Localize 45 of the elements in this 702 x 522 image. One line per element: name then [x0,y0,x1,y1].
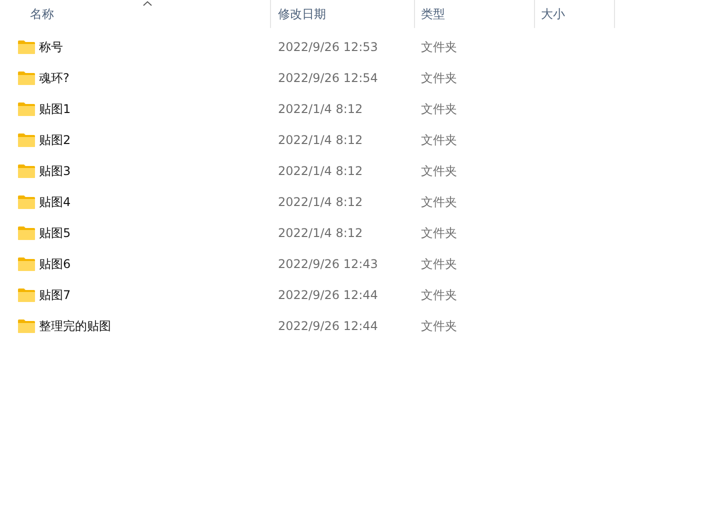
file-type: 文件夹 [420,162,457,180]
file-type: 文件夹 [420,256,457,272]
sort-caret-icon [143,1,152,6]
modified-date: 2022/1/4 8:12 [277,194,364,210]
modified-date: 2022/1/4 8:12 [277,132,364,148]
column-header[interactable]: 名称 [0,0,271,28]
modified-date: 2022/9/26 12:43 [277,256,379,272]
modified-date: 2022/9/26 12:53 [277,38,379,56]
file-name[interactable]: 贴图3 [39,162,71,180]
file-name[interactable]: 贴图7 [39,286,71,304]
file-name[interactable]: 贴图1 [39,100,71,118]
column-header[interactable]: 类型 [415,0,535,28]
file-type: 文件夹 [420,318,457,334]
file-type: 文件夹 [420,38,457,56]
modified-date: 2022/9/26 12:54 [277,70,379,86]
file-type: 文件夹 [420,70,457,86]
file-name[interactable]: 贴图2 [39,130,71,148]
folder-icon [18,164,35,178]
modified-date: 2022/1/4 8:12 [277,224,364,242]
modified-date: 2022/9/26 12:44 [277,318,379,334]
file-name[interactable]: 贴图5 [39,224,71,242]
folder-icon [18,288,35,302]
column-header[interactable]: 大小 [535,0,615,28]
folder-icon [18,256,35,270]
folder-icon [18,226,35,240]
file-type: 文件夹 [420,194,457,210]
folder-icon [18,132,35,146]
file-type: 文件夹 [420,132,457,148]
file-name[interactable]: 贴图6 [39,254,71,272]
column-header[interactable]: 修改日期 [271,0,415,28]
folder-icon [18,40,35,54]
folder-icon [18,318,35,332]
file-name[interactable]: 魂环? [39,68,70,86]
modified-date: 2022/9/26 12:44 [277,286,379,304]
folder-icon [18,70,35,84]
file-name[interactable]: 称号 [39,38,63,56]
modified-date: 2022/1/4 8:12 [277,162,364,180]
file-name[interactable]: 整理完的贴图 [39,316,111,334]
file-type: 文件夹 [420,286,457,304]
modified-date: 2022/1/4 8:12 [277,100,364,118]
file-name[interactable]: 贴图4 [39,192,71,210]
folder-icon [18,102,35,116]
file-type: 文件夹 [420,100,457,118]
file-type: 文件夹 [420,224,457,242]
folder-icon [18,194,35,208]
